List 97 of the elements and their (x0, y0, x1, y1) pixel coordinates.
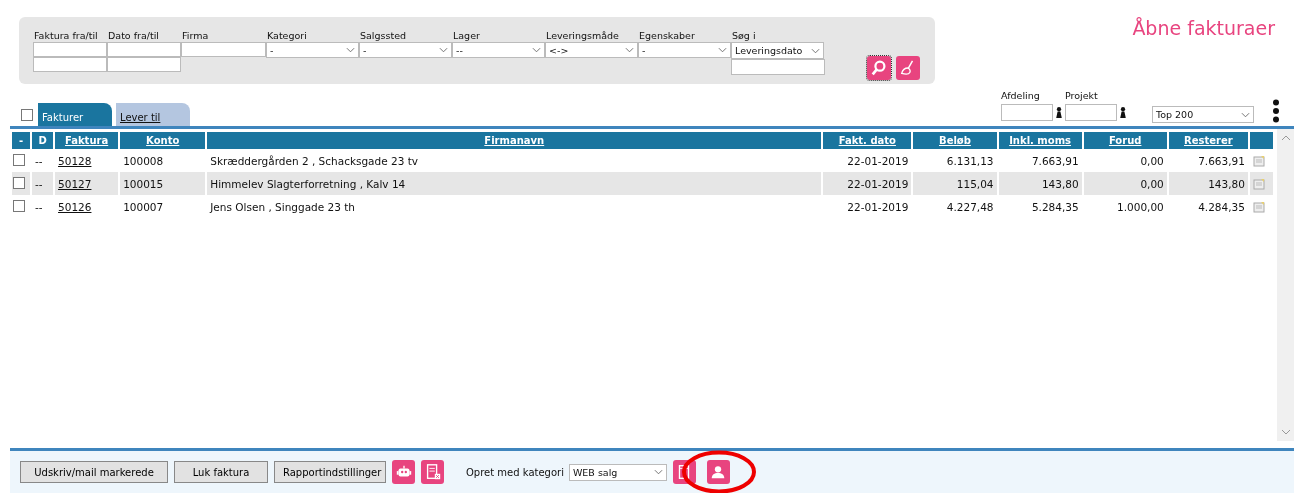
column-header[interactable]: Beløb (913, 129, 997, 149)
dropdown[interactable]: <-> (545, 42, 638, 58)
column-header[interactable]: Firmanavn (207, 129, 822, 149)
chevron-down-icon (625, 47, 634, 53)
action-button[interactable]: Rapportindstillinger (274, 461, 386, 483)
column-header[interactable]: Fakt. dato (823, 129, 912, 149)
table-cell: 5.284,35 (1031, 200, 1079, 213)
column-header[interactable]: Konto (120, 129, 206, 149)
filter-label: Lager (452, 29, 481, 42)
table-cell: 143,80 (1041, 177, 1079, 190)
column-header[interactable]: Inkl. moms (998, 129, 1082, 149)
table-cell-text: -- (34, 199, 44, 215)
dropdown[interactable]: -- (452, 42, 545, 58)
tab[interactable]: Lever til (116, 103, 190, 126)
table-cell: 22-01-2019 (847, 177, 909, 190)
table-cell: 100015 (123, 177, 164, 190)
field-label: Projekt (1065, 90, 1099, 103)
document-icon[interactable] (1252, 177, 1265, 190)
table-cell: 22-01-2019 (847, 154, 909, 167)
document-icon[interactable] (1252, 200, 1265, 213)
table-cell: 22-01-2019 (847, 200, 909, 213)
chevron-down-icon (346, 47, 355, 53)
row-checkbox[interactable] (13, 199, 25, 212)
chevron-down-icon (718, 47, 727, 53)
table-cell: 4.284,35 (1198, 200, 1245, 213)
dropdown[interactable]: - (638, 42, 731, 58)
close-invoice-button[interactable] (421, 460, 444, 484)
robot-button[interactable] (392, 460, 415, 484)
filter-label: Søg i (731, 29, 757, 42)
search-button[interactable] (867, 56, 891, 80)
column-header[interactable]: Faktura (55, 129, 119, 149)
table-cell: 100007 (123, 200, 164, 213)
table-cell: 115,04 (956, 177, 994, 190)
scrollbar[interactable] (1277, 129, 1294, 441)
column-header: D (32, 129, 54, 149)
scroll-down-icon[interactable] (1280, 429, 1291, 435)
invoice-link[interactable]: 50128 (58, 154, 92, 167)
from-field[interactable] (107, 42, 181, 57)
row-checkbox[interactable] (13, 176, 25, 189)
input-field[interactable] (1001, 104, 1053, 121)
table-cell-text: -- (34, 153, 44, 169)
dropdown[interactable]: Leveringsdato (731, 42, 824, 59)
dropdown[interactable]: Top 200 (1152, 106, 1254, 123)
column-header[interactable]: Resterer (1168, 129, 1248, 149)
input-field[interactable] (181, 42, 266, 57)
broom-button[interactable] (896, 56, 920, 80)
category-dropdown[interactable]: WEB salg (568, 463, 667, 481)
select-all-checkbox[interactable] (21, 109, 33, 121)
input-field[interactable] (1065, 104, 1117, 121)
filter-label: Kategori (266, 29, 308, 42)
filter-label: Leveringsmåde (545, 29, 620, 42)
tab[interactable]: Fakturer (38, 103, 112, 126)
document-icon[interactable] (1252, 154, 1265, 167)
table-cell: Jens Olsen , Singgade 23 th (210, 200, 355, 213)
filter-label: Salgssted (359, 29, 408, 42)
to-field[interactable] (33, 57, 107, 72)
action-button[interactable]: Udskriv/mail markerede (20, 461, 168, 483)
filter-label: Firma (181, 29, 210, 42)
chevron-down-icon (811, 47, 820, 54)
from-field[interactable] (33, 42, 107, 57)
filter-label: Faktura fra/til (33, 29, 99, 42)
field-label: Afdeling (1001, 90, 1041, 103)
to-field[interactable] (107, 57, 181, 72)
table-cell: Skræddergården 2 , Schacksgade 23 tv (210, 154, 419, 167)
table-cell: 1.000,00 (1117, 200, 1164, 213)
person-icon[interactable] (1054, 106, 1064, 119)
table-cell: 6.131,13 (946, 154, 994, 167)
table-cell: 4.227,48 (946, 200, 994, 213)
page-title: Åbne fakturaer (1132, 17, 1275, 41)
chevron-down-icon (653, 469, 663, 475)
search-icon (870, 59, 888, 77)
dropdown[interactable]: - (359, 42, 452, 58)
column-header: - (12, 129, 30, 149)
category-label: Opret med kategori (466, 466, 564, 478)
filter-label: Dato fra/til (107, 29, 160, 42)
more-menu-icon[interactable] (1272, 99, 1280, 123)
person-icon[interactable] (1118, 106, 1128, 119)
table-cell: -- (32, 172, 54, 195)
action-button[interactable]: Luk faktura (174, 461, 268, 483)
invoice-link[interactable]: 50126 (58, 200, 92, 213)
search-field[interactable] (731, 59, 825, 75)
customer-button[interactable] (706, 460, 730, 484)
table-cell: 100008 (123, 154, 164, 167)
scroll-up-icon[interactable] (1280, 135, 1291, 141)
table-cell: 7.663,91 (1031, 154, 1079, 167)
table-cell: 0,00 (1140, 154, 1164, 167)
chevron-down-icon (1241, 111, 1250, 118)
table-cell: 0,00 (1140, 177, 1164, 190)
table-cell: 7.663,91 (1198, 154, 1245, 167)
filter-label: Egenskaber (638, 29, 696, 42)
chevron-down-icon (439, 47, 448, 53)
chevron-down-icon (532, 47, 541, 53)
row-checkbox[interactable] (13, 153, 25, 166)
table-cell: 143,80 (1208, 177, 1245, 190)
dropdown[interactable]: - (266, 42, 359, 58)
table-cell: Himmelev Slagterforretning , Kalv 14 (210, 177, 406, 190)
column-header[interactable]: Forud (1083, 129, 1167, 149)
